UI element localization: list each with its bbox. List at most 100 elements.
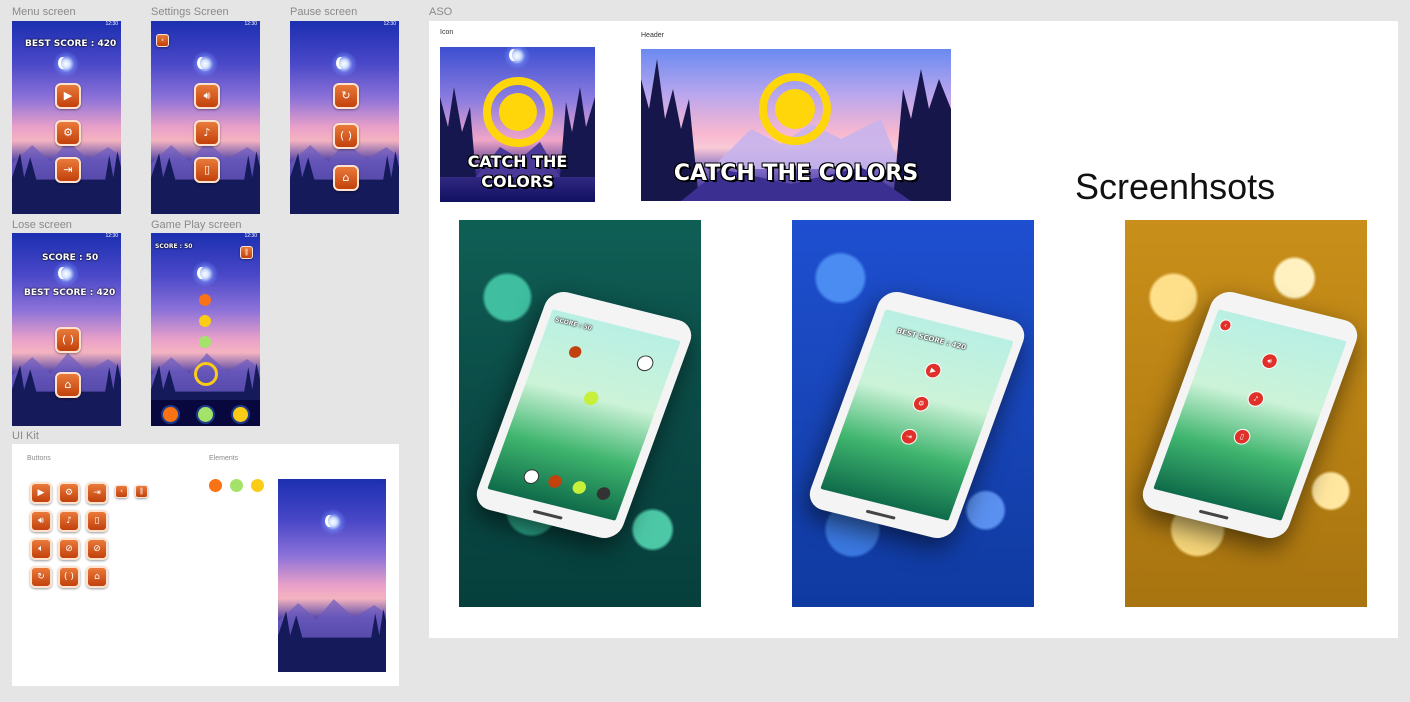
vibrate-button[interactable]: ▯ xyxy=(194,157,220,183)
basketball-icon xyxy=(567,344,584,360)
restart-icon: ↻ xyxy=(37,572,45,582)
pause-screen-frame[interactable]: 12:30 ↻ ( ) ⌂ xyxy=(290,21,399,214)
resume-button[interactable]: ( ) xyxy=(55,327,81,353)
mockup-exit-button: ⇥ xyxy=(898,427,920,447)
uikit-label: UI Kit xyxy=(12,430,39,442)
exit-icon: ⇥ xyxy=(93,488,101,498)
vibrate-icon: ▯ xyxy=(203,163,211,176)
music-off-icon: ⊘ xyxy=(65,544,73,554)
restart-button[interactable]: ↻ xyxy=(333,83,359,109)
buttons-label: Buttons xyxy=(27,455,51,462)
screenshots-title: Screenhsots xyxy=(1075,166,1276,207)
status-bar: 12:30 xyxy=(244,21,257,27)
pause-icon: ∥ xyxy=(244,248,249,256)
menu-screen-frame[interactable]: 12:30 BEST SCORE : 420 ▶ ⚙ ⇥ xyxy=(12,21,121,214)
phone-screen: BEST SCORE : 420 ▶ ⚙ ⇥ xyxy=(820,309,1014,521)
home-icon: ⌂ xyxy=(342,171,350,184)
kit-play-button[interactable]: ▶ xyxy=(30,482,52,504)
color-select-green-button[interactable] xyxy=(196,405,215,424)
gear-icon: ⚙ xyxy=(916,399,926,409)
home-button[interactable]: ⌂ xyxy=(55,372,81,398)
target-ball-logo xyxy=(775,89,815,129)
vibrate-icon: ▯ xyxy=(94,516,100,526)
basketball-icon xyxy=(546,473,564,490)
kit-sound-button[interactable]: 🔊︎ xyxy=(30,510,52,532)
play-icon: ▶ xyxy=(37,488,45,498)
back-icon: ‹ xyxy=(1222,321,1229,330)
element-ball-yellow xyxy=(251,479,264,492)
header-feature-graphic: CATCH THE COLORS xyxy=(641,49,951,201)
tennis-ball-icon xyxy=(581,389,601,407)
mockup-music-button: ♪ xyxy=(1245,389,1267,409)
falling-ball-orange xyxy=(199,294,211,306)
gear-icon: ⚙ xyxy=(63,126,73,139)
score-text: SCORE : 50 xyxy=(155,243,193,250)
settings-button[interactable]: ⚙ xyxy=(55,120,81,146)
kit-resume-button[interactable]: ( ) xyxy=(58,566,80,588)
mute-icon: 🔈︎ xyxy=(38,544,44,554)
menu-screen-label: Menu screen xyxy=(12,6,76,18)
elements-label: Elements xyxy=(209,455,239,462)
mockup-back-button: ‹ xyxy=(1217,318,1234,333)
sound-icon: 🔊︎ xyxy=(203,89,211,102)
moon-icon xyxy=(504,47,530,69)
settings-screen-frame[interactable]: 12:30 ‹ 🔊︎ ♪ ▯ xyxy=(151,21,260,214)
phone-home-bar xyxy=(865,509,896,520)
settings-screen-label: Settings Screen xyxy=(151,6,229,18)
sound-button[interactable]: 🔊︎ xyxy=(194,83,220,109)
moon-icon xyxy=(331,51,357,77)
vibrate-icon: ▯ xyxy=(1238,432,1246,441)
play-button[interactable]: ▶ xyxy=(55,83,81,109)
kit-settings-button[interactable]: ⚙ xyxy=(58,482,80,504)
home-button[interactable]: ⌂ xyxy=(333,165,359,191)
resume-icon: ( ) xyxy=(64,572,74,582)
exit-icon: ⇥ xyxy=(63,163,73,176)
mockup-play-button: ▶ xyxy=(922,361,944,381)
back-icon: ‹ xyxy=(161,36,164,44)
resume-icon: ( ) xyxy=(339,129,353,142)
phone-home-bar xyxy=(532,509,563,520)
kit-music-off-button[interactable]: ⊘ xyxy=(58,538,80,560)
music-button[interactable]: ♪ xyxy=(194,120,220,146)
element-ball-green xyxy=(230,479,243,492)
soccer-ball-icon xyxy=(521,467,542,486)
status-bar: 12:30 xyxy=(383,21,396,27)
status-bar: 12:30 xyxy=(244,233,257,239)
icon-label: Icon xyxy=(440,29,454,36)
back-button[interactable]: ‹ xyxy=(156,34,169,47)
pause-screen-label: Pause screen xyxy=(290,6,358,18)
status-bar: 12:30 xyxy=(105,21,118,27)
resume-button[interactable]: ( ) xyxy=(333,123,359,149)
phone-home-bar xyxy=(1198,509,1229,520)
color-select-orange-button[interactable] xyxy=(161,405,180,424)
kit-home-button[interactable]: ⌂ xyxy=(86,566,108,588)
kit-back-button[interactable]: ‹ xyxy=(115,485,128,498)
tennis-ball-icon xyxy=(570,479,588,496)
exit-button[interactable]: ⇥ xyxy=(55,157,81,183)
back-icon: ‹ xyxy=(120,487,123,495)
screenshot-gold: ‹ 🔊︎ ♪ ▯ xyxy=(1125,220,1367,607)
mountain-silhouette xyxy=(278,599,386,672)
pause-button[interactable]: ∥ xyxy=(240,246,253,259)
color-select-yellow-button[interactable] xyxy=(231,405,250,424)
mockup-settings-button: ⚙ xyxy=(910,394,932,414)
kit-exit-button[interactable]: ⇥ xyxy=(86,482,108,504)
falling-ball-yellow xyxy=(199,315,211,327)
kit-mute-button[interactable]: 🔈︎ xyxy=(30,538,52,560)
gameplay-screen-frame[interactable]: 12:30 SCORE : 50 ∥ xyxy=(151,233,260,426)
kit-restart-button[interactable]: ↻ xyxy=(30,566,52,588)
uikit-panel: Buttons Elements ▶ ⚙ ⇥ ‹ ∥ 🔊︎ ♪ ▯ 🔈︎ ⊘ ⊘… xyxy=(12,444,399,686)
music-icon: ♪ xyxy=(203,126,211,139)
header-label: Header xyxy=(641,32,664,39)
kit-pause-button[interactable]: ∥ xyxy=(135,485,148,498)
exit-icon: ⇥ xyxy=(904,432,914,442)
kit-vibrate-off-button[interactable]: ⊘ xyxy=(86,538,108,560)
restart-icon: ↻ xyxy=(341,89,351,102)
lose-screen-frame[interactable]: 12:30 SCORE : 50 BEST SCORE : 420 ( ) ⌂ xyxy=(12,233,121,426)
moon-icon xyxy=(53,261,79,287)
sound-icon: 🔊︎ xyxy=(38,516,44,526)
phone-screen: ‹ 🔊︎ ♪ ▯ xyxy=(1153,309,1347,521)
kit-vibrate-button[interactable]: ▯ xyxy=(86,510,108,532)
app-icon-title: CATCH THE COLORS xyxy=(467,152,568,191)
kit-music-button[interactable]: ♪ xyxy=(58,510,80,532)
